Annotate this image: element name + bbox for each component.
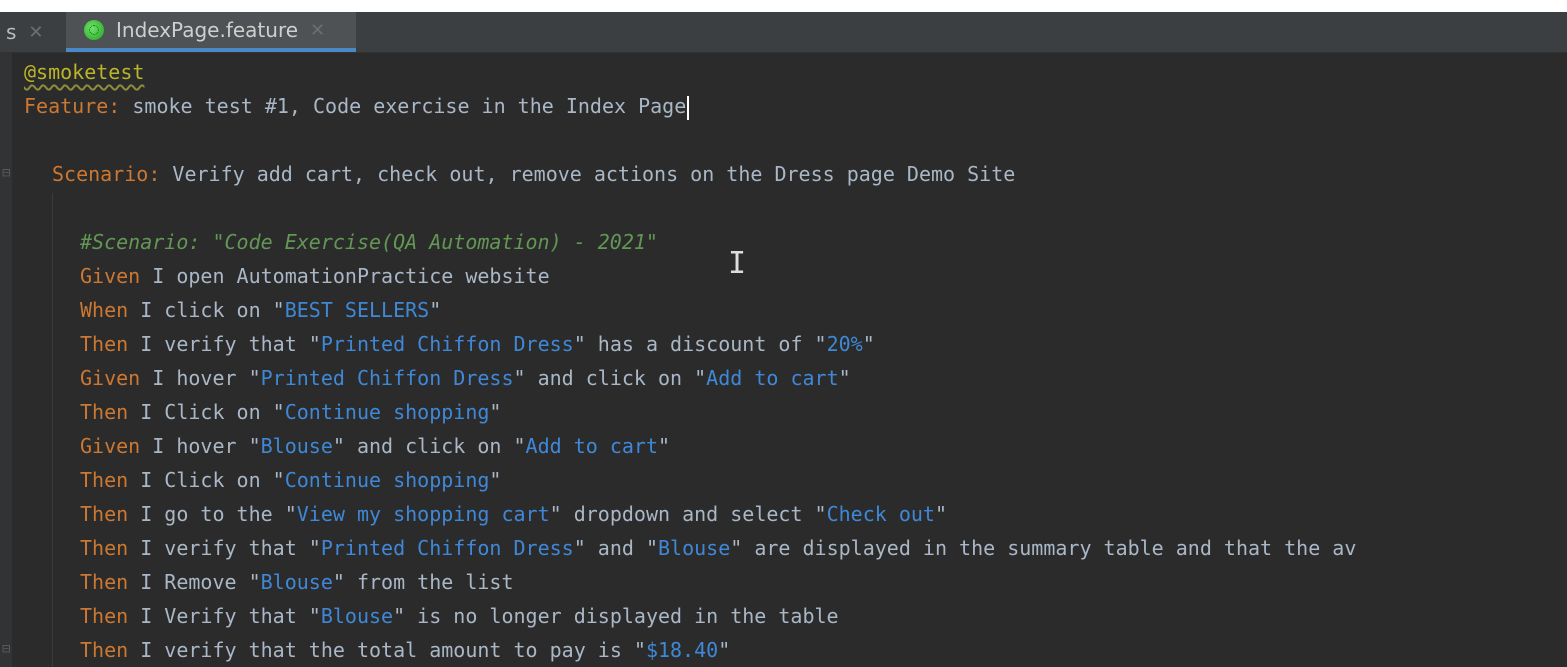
step-text: I Click on "	[128, 468, 285, 492]
step-string: Printed Chiffon Dress	[320, 332, 574, 356]
step-string: Add to cart	[706, 366, 839, 390]
step-string: Add to cart	[525, 434, 658, 458]
window-top-edge	[0, 0, 1567, 12]
step-keyword: Then	[80, 536, 129, 560]
ide-window: s ✕ IndexPage.feature ✕ @smoketest Featu…	[0, 0, 1567, 667]
step-text: I Remove "	[128, 570, 261, 594]
step-line: Given I open AutomationPractice website	[80, 259, 550, 293]
step-keyword: When	[80, 298, 129, 322]
fold-arrow-icon[interactable]: ⊟	[2, 165, 10, 181]
indent-guide	[52, 193, 53, 667]
tab-previous-label: s	[6, 20, 17, 44]
step-string: Printed Chiffon Dress	[260, 366, 514, 390]
step-keyword: Then	[80, 604, 129, 628]
step-text: "	[862, 332, 875, 356]
step-text: I click on "	[128, 298, 285, 322]
step-keyword: Then	[80, 638, 129, 662]
step-text: I verify that "	[128, 536, 321, 560]
step-line: Then I verify that "Printed Chiffon Dres…	[80, 531, 1356, 565]
step-text: I verify that "	[128, 332, 321, 356]
tab-index-page-feature[interactable]: IndexPage.feature ✕	[66, 12, 356, 52]
step-text: "	[489, 468, 502, 492]
step-keyword: Then	[80, 502, 129, 526]
step-text: " dropdown and select "	[549, 502, 827, 526]
editor-tab-bar: s ✕ IndexPage.feature ✕	[0, 12, 1567, 53]
text-cursor-icon: I	[728, 246, 747, 281]
tab-previous-file[interactable]: s ✕	[0, 12, 62, 52]
step-line: Given I hover "Blouse" and click on "Add…	[80, 429, 670, 463]
fold-arrow-icon[interactable]: ⊟	[2, 641, 10, 657]
step-line: Then I Click on "Continue shopping"	[80, 463, 501, 497]
step-string: Blouse	[260, 570, 333, 594]
step-keyword: Given	[80, 366, 141, 390]
step-string: BEST SELLERS	[284, 298, 430, 322]
step-string: Continue shopping	[284, 400, 490, 424]
step-line: Then I go to the "View my shopping cart"…	[80, 497, 947, 531]
step-keyword: Then	[80, 570, 129, 594]
step-text: "	[429, 298, 442, 322]
cucumber-icon	[84, 20, 104, 40]
scenario-comment: #Scenario: "Code Exercise(QA Automation)…	[80, 230, 658, 254]
step-text: I Verify that "	[128, 604, 321, 628]
step-text: I open AutomationPractice website	[140, 264, 550, 288]
step-text: " is no longer displayed in the table	[393, 604, 839, 628]
code-line-tag: @smoketest	[24, 55, 144, 89]
step-text: " from the list	[332, 570, 514, 594]
step-line: Given I hover "Printed Chiffon Dress" an…	[80, 361, 851, 395]
step-string: Blouse	[320, 604, 394, 628]
step-line: Then I Remove "Blouse" from the list	[80, 565, 514, 599]
step-keyword: Then	[80, 400, 129, 424]
step-keyword: Given	[80, 264, 141, 288]
code-editor[interactable]: @smoketest Feature: smoke test #1, Code …	[0, 53, 1567, 667]
text-caret	[687, 95, 690, 120]
step-line: Then I verify that the total amount to p…	[80, 633, 730, 667]
step-line: When I click on "BEST SELLERS"	[80, 293, 441, 327]
step-text: I hover "	[140, 366, 261, 390]
step-line: Then I verify that "Printed Chiffon Dres…	[80, 327, 875, 361]
step-text: I Click on "	[128, 400, 285, 424]
code-line-scenario: Scenario: Verify add cart, check out, re…	[52, 157, 1015, 191]
step-text: "	[658, 434, 671, 458]
feature-keyword: Feature:	[24, 94, 121, 118]
code-line-comment: #Scenario: "Code Exercise(QA Automation)…	[80, 225, 658, 259]
step-text: " has a discount of "	[573, 332, 827, 356]
step-keyword: Then	[80, 332, 129, 356]
tab-active-label: IndexPage.feature	[116, 18, 299, 42]
step-text: "	[838, 366, 851, 390]
step-keyword: Then	[80, 468, 129, 492]
step-line: Then I Click on "Continue shopping"	[80, 395, 501, 429]
step-line: Then I Verify that "Blouse" is no longer…	[80, 599, 839, 633]
step-text: "	[934, 502, 947, 526]
step-string: 20%	[826, 332, 863, 356]
step-string: Continue shopping	[284, 468, 490, 492]
step-string: View my shopping cart	[296, 502, 550, 526]
step-text: " are displayed in the summary table and…	[730, 536, 1357, 560]
step-text: "	[718, 638, 731, 662]
step-text: "	[489, 400, 502, 424]
step-text: " and click on "	[513, 366, 707, 390]
step-keyword: Given	[80, 434, 141, 458]
step-text: I go to the "	[128, 502, 297, 526]
step-text: " and click on "	[332, 434, 526, 458]
scenario-title: Verify add cart, check out, remove actio…	[160, 162, 1016, 186]
close-icon[interactable]: ✕	[28, 22, 43, 43]
step-string: Blouse	[260, 434, 333, 458]
step-string: Printed Chiffon Dress	[320, 536, 574, 560]
close-icon[interactable]: ✕	[310, 20, 325, 41]
step-text: I verify that the total amount to pay is…	[128, 638, 646, 662]
step-string: Check out	[826, 502, 935, 526]
feature-title: smoke test #1, Code exercise in the Inde…	[120, 94, 687, 118]
editor-gutter	[0, 53, 12, 667]
step-text: " and "	[573, 536, 658, 560]
scenario-keyword: Scenario:	[52, 162, 161, 186]
code-line-feature: Feature: smoke test #1, Code exercise in…	[24, 89, 690, 123]
step-string: $18.40	[645, 638, 719, 662]
step-string: Blouse	[658, 536, 731, 560]
step-text: I hover "	[140, 434, 261, 458]
feature-tag: @smoketest	[24, 60, 145, 84]
